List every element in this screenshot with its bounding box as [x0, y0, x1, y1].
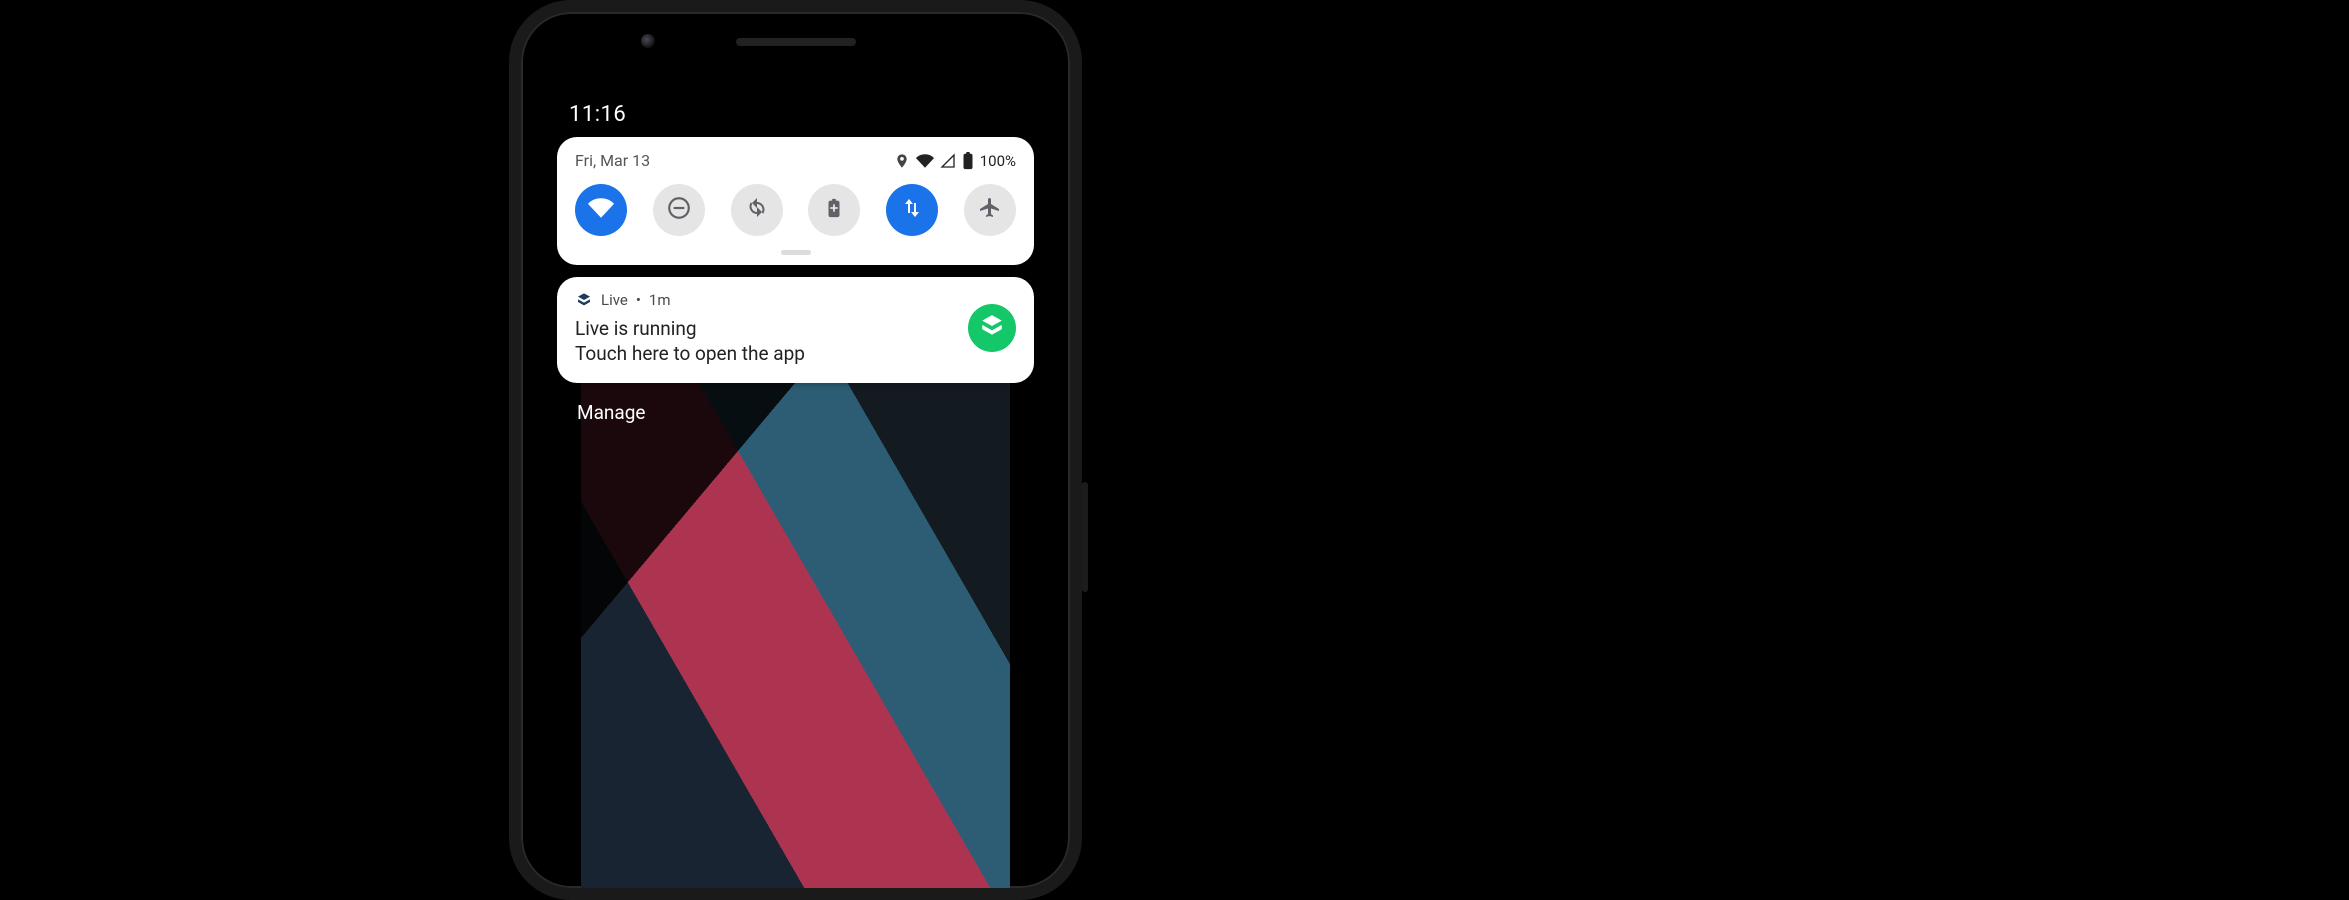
wifi-icon — [588, 195, 614, 225]
location-icon — [894, 153, 910, 169]
battery-percent-text: 100% — [980, 152, 1016, 170]
qs-tile-do-not-disturb[interactable] — [653, 184, 705, 236]
qs-tile-mobile-data[interactable] — [886, 184, 938, 236]
wifi-full-icon — [916, 152, 934, 170]
stack-cube-icon — [979, 313, 1005, 343]
statusbar-time: 11:16 — [551, 82, 1040, 137]
status-icons-group: 100% — [894, 152, 1016, 170]
notification-card[interactable]: Live • 1m Live is running Touch here to … — [557, 277, 1034, 383]
quick-settings-date: Fri, Mar 13 — [575, 151, 650, 170]
battery-saver-icon — [823, 197, 845, 223]
notification-body: Touch here to open the app — [575, 342, 956, 365]
do-not-disturb-icon — [666, 195, 692, 225]
qs-tile-airplane-mode[interactable] — [964, 184, 1016, 236]
cell-signal-icon — [940, 153, 956, 169]
qs-tile-wifi[interactable] — [575, 184, 627, 236]
phone-front-camera — [641, 34, 655, 48]
phone-earpiece — [736, 38, 856, 46]
notification-large-icon — [968, 304, 1016, 352]
quick-settings-expand-handle[interactable] — [781, 250, 811, 255]
phone-device-frame: 11:16 Fri, Mar 13 — [509, 0, 1082, 900]
auto-rotate-icon — [745, 196, 769, 224]
notification-header: Live • 1m — [575, 291, 956, 309]
airplane-mode-icon — [978, 196, 1002, 224]
stack-cube-icon — [575, 291, 593, 309]
notification-app-name: Live — [601, 291, 628, 309]
notification-title: Live is running — [575, 317, 956, 340]
manage-notifications-button[interactable]: Manage — [577, 401, 646, 424]
phone-power-button — [1082, 482, 1088, 592]
battery-full-icon — [962, 152, 974, 170]
quick-settings-panel[interactable]: Fri, Mar 13 1 — [557, 137, 1034, 265]
qs-tile-auto-rotate[interactable] — [731, 184, 783, 236]
qs-tile-battery-saver[interactable] — [808, 184, 860, 236]
phone-screen: 11:16 Fri, Mar 13 — [551, 82, 1040, 888]
quick-settings-tiles-row — [575, 184, 1016, 236]
notification-separator: • — [636, 291, 641, 309]
mobile-data-icon — [900, 196, 924, 224]
notification-age: 1m — [649, 291, 671, 309]
